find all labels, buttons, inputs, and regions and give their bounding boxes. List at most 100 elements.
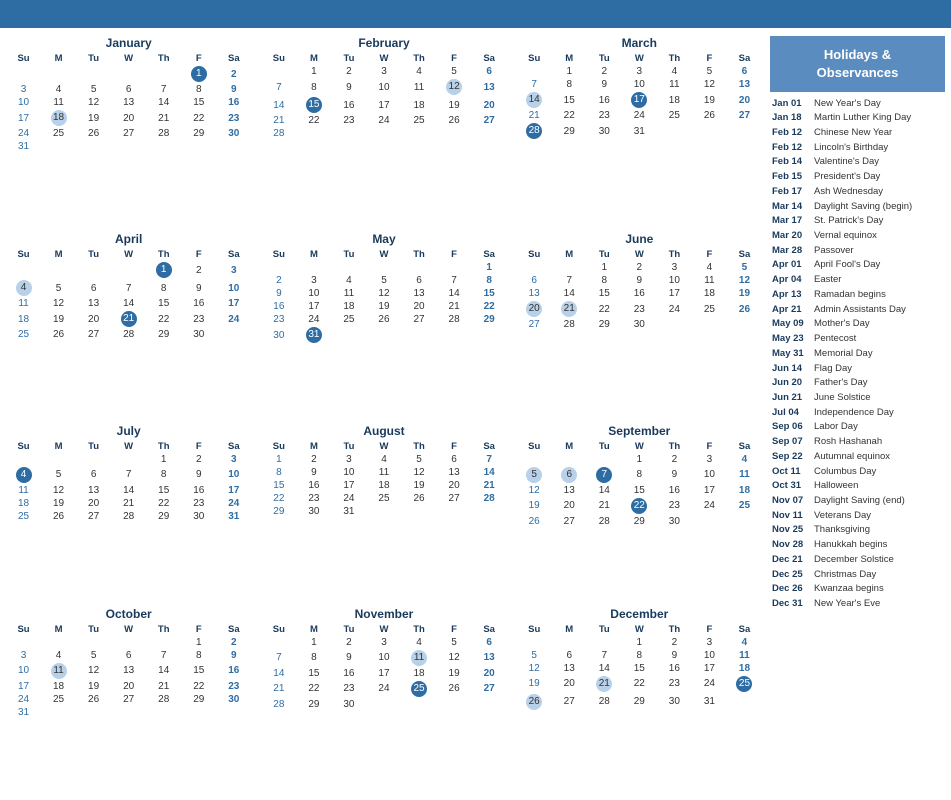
calendar-day: 17: [296, 300, 331, 313]
month-title: June: [517, 232, 762, 246]
calendar-day: [146, 706, 181, 719]
calendar-day: 22: [146, 497, 181, 510]
calendar-day: 20: [552, 675, 587, 693]
calendar-day: 24: [216, 497, 251, 510]
calendar-day: 23: [216, 680, 251, 693]
month-march: MarchSuMTuWThFSa123456789101112131415161…: [517, 36, 762, 226]
calendar-day: 10: [366, 649, 401, 667]
calendar-day: 7: [146, 83, 181, 96]
day-header: Tu: [76, 52, 111, 65]
calendar-day: 28: [437, 313, 472, 326]
calendar-day: 8: [622, 649, 657, 662]
holiday-date: Mar 17: [772, 215, 810, 227]
weekend-day: 15: [273, 480, 284, 491]
day-header: Su: [261, 52, 296, 65]
calendar-day: [517, 261, 552, 274]
calendar-day: 17: [366, 96, 401, 114]
weekend-day: 18: [18, 314, 29, 325]
holiday-name: President's Day: [814, 171, 880, 183]
calendar-day: [216, 328, 251, 341]
holiday-date: Oct 31: [772, 480, 810, 492]
calendar-day: [402, 505, 437, 518]
holiday-date: May 23: [772, 333, 810, 345]
day-header: F: [437, 52, 472, 65]
holiday-date: May 09: [772, 318, 810, 330]
holiday-name: Ash Wednesday: [814, 186, 883, 198]
calendar-day: 16: [181, 297, 216, 310]
calendar-day: 31: [331, 505, 366, 518]
calendar-day: 11: [727, 649, 762, 662]
calendar-day: 14: [517, 91, 552, 109]
calendar-day: 10: [6, 96, 41, 109]
calendar-day: 6: [472, 65, 507, 78]
day-header: Th: [657, 440, 692, 453]
calendar-day: 31: [296, 326, 331, 344]
holiday-item: Oct 31Halloween: [770, 479, 945, 494]
day-header: W: [366, 440, 401, 453]
weekend-day: 8: [276, 467, 282, 478]
day-header: Su: [6, 440, 41, 453]
weekend-day: 25: [739, 500, 750, 511]
calendar-day: 4: [331, 274, 366, 287]
weekend-day: 9: [231, 650, 237, 661]
day-header: Sa: [727, 623, 762, 636]
calendar-day: 13: [111, 96, 146, 109]
weekend-day: 21: [273, 115, 284, 126]
calendar-day: 5: [41, 466, 76, 484]
holiday-name: April Fool's Day: [814, 259, 880, 271]
calendar-day: 18: [727, 484, 762, 497]
holiday-item: Jan 18Martin Luther King Day: [770, 111, 945, 126]
calendar-day: 22: [181, 680, 216, 693]
calendar-day: 18: [657, 91, 692, 109]
calendar-day: 15: [146, 484, 181, 497]
calendar-day: 21: [146, 680, 181, 693]
calendar-day: 16: [261, 300, 296, 313]
day-header: M: [296, 623, 331, 636]
calendar-day: 3: [6, 649, 41, 662]
calendar-day: 26: [41, 328, 76, 341]
holiday-name: Memorial Day: [814, 348, 873, 360]
weekend-day: 25: [18, 511, 29, 522]
calendar-day: 23: [181, 310, 216, 328]
calendar-day: [296, 127, 331, 140]
calendar-day: 8: [296, 78, 331, 96]
calendar-day: 6: [437, 453, 472, 466]
day-header: W: [366, 623, 401, 636]
holiday-date: Jun 20: [772, 377, 810, 389]
calendar-day: 20: [111, 680, 146, 693]
calendar-day: 15: [181, 96, 216, 109]
calendar-day: 10: [331, 466, 366, 479]
calendar-day: 30: [296, 505, 331, 518]
day-header: W: [622, 623, 657, 636]
weekend-day: 13: [484, 652, 495, 663]
calendar-day: [146, 636, 181, 649]
calendar-day: 7: [437, 274, 472, 287]
holiday-date: Sep 06: [772, 421, 810, 433]
holiday-day: 31: [306, 327, 322, 343]
calendar-day: 13: [111, 662, 146, 680]
calendar-day: [517, 636, 552, 649]
highlight-day: 11: [411, 650, 427, 666]
calendar-day: 10: [622, 78, 657, 91]
calendar-day: [181, 706, 216, 719]
holiday-item: Feb 15President's Day: [770, 170, 945, 185]
calendar-day: [517, 65, 552, 78]
calendar-day: 19: [692, 91, 727, 109]
calendar-day: 12: [76, 96, 111, 109]
calendar-day: 30: [657, 693, 692, 711]
calendar-day: 1: [622, 453, 657, 466]
calendar-day: [692, 515, 727, 528]
day-header: Sa: [727, 440, 762, 453]
holiday-date: Jul 04: [772, 407, 810, 419]
holiday-date: Feb 12: [772, 142, 810, 154]
calendar-day: 2: [181, 453, 216, 466]
calendar-day: 22: [622, 675, 657, 693]
weekend-day: 11: [739, 650, 750, 661]
month-title: February: [261, 36, 506, 50]
weekend-day: 28: [273, 128, 284, 139]
calendar-day: [692, 318, 727, 331]
holiday-item: Jun 20Father's Day: [770, 376, 945, 391]
weekend-day: 3: [21, 650, 27, 661]
calendar-day: 5: [437, 636, 472, 649]
calendar-day: 5: [517, 466, 552, 484]
